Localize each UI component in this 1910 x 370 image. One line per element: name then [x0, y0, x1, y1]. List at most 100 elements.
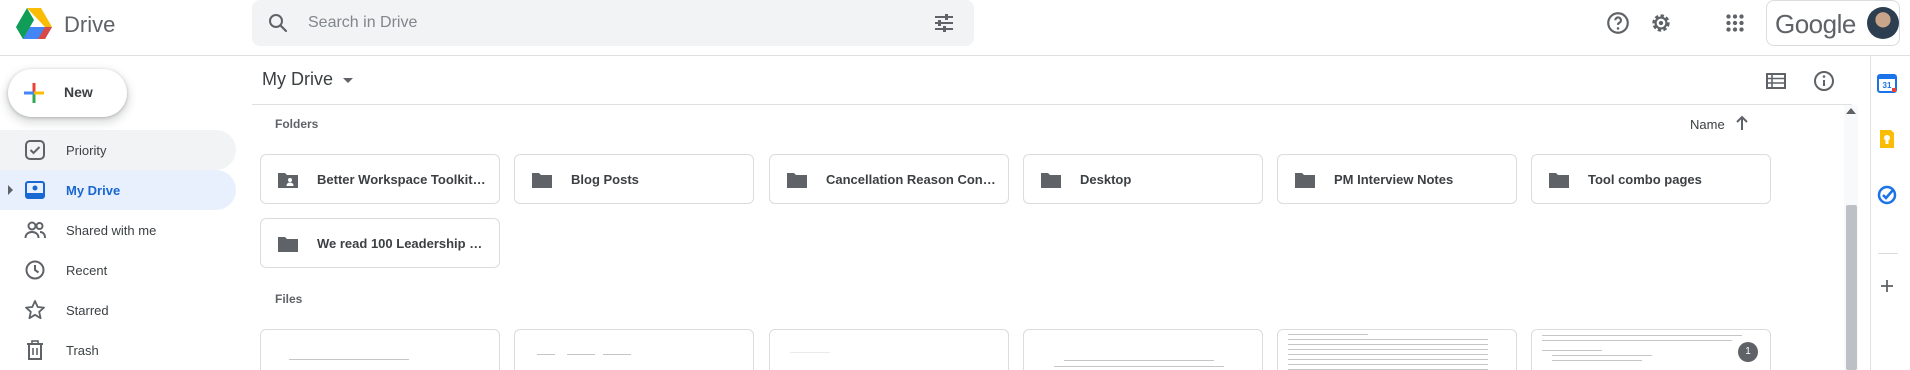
folder-name: PM Interview Notes	[1334, 172, 1454, 187]
files-section-title: Files	[275, 292, 303, 306]
folder-icon	[1549, 173, 1569, 188]
folder-card[interactable]: Cancellation Reason Content	[769, 154, 1009, 204]
my-drive-icon	[25, 181, 45, 199]
file-thumbnail[interactable]	[1023, 329, 1263, 370]
folder-name: Desktop	[1080, 172, 1132, 187]
folder-icon	[278, 237, 298, 252]
folder-icon	[532, 173, 552, 188]
sidebar-item-recent[interactable]: Recent	[0, 250, 236, 290]
new-button-label: New	[64, 84, 93, 100]
thumbnail-text-line	[1064, 360, 1214, 361]
top-header: Drive Google	[0, 0, 1910, 56]
settings-gear-icon[interactable]	[1648, 10, 1674, 36]
search-icon[interactable]	[266, 11, 290, 35]
folder-card[interactable]: Better Workspace Toolkit R...	[260, 154, 500, 204]
expand-arrow-icon[interactable]	[8, 185, 13, 195]
sidebar-item-priority[interactable]: Priority	[0, 130, 236, 170]
folders-section-title: Folders	[275, 117, 319, 131]
sidebar-item-my-drive[interactable]: My Drive	[0, 170, 236, 210]
thumbnail-text-line	[537, 354, 555, 355]
apps-grid-icon[interactable]	[1722, 10, 1748, 36]
sort-by-name[interactable]: Name	[1690, 117, 1725, 132]
tasks-icon[interactable]	[1876, 184, 1898, 206]
file-thumbnail[interactable]	[514, 329, 754, 370]
file-count-badge: 1	[1738, 342, 1758, 362]
scrollbar-thumb[interactable]	[1846, 205, 1857, 370]
thumbnail-text-line	[603, 354, 631, 355]
avatar[interactable]	[1867, 7, 1899, 39]
thumbnail-text-line	[1288, 354, 1488, 355]
thumbnail-text-line	[1288, 364, 1488, 365]
keep-icon[interactable]	[1876, 128, 1898, 150]
trash-icon	[27, 340, 43, 360]
thumbnail-text-line	[790, 352, 830, 353]
add-addon-plus-icon[interactable]	[1876, 275, 1898, 297]
search-bar[interactable]	[252, 0, 974, 46]
folder-card[interactable]: Blog Posts	[514, 154, 754, 204]
thumbnail-text-line	[1288, 359, 1488, 360]
thumbnail-text-line	[1288, 334, 1368, 335]
star-icon	[25, 300, 45, 320]
svg-text:31: 31	[1883, 81, 1892, 90]
plus-icon	[24, 83, 44, 103]
folder-name: Blog Posts	[571, 172, 639, 187]
content-toolbar: My Drive	[252, 57, 1852, 105]
sidebar-item-label: Recent	[66, 263, 108, 278]
thumbnail-text-line	[1288, 339, 1488, 340]
sidebar-item-label: Shared with me	[66, 223, 157, 238]
sidebar-item-label: Trash	[66, 343, 99, 358]
folder-card[interactable]: Desktop	[1023, 154, 1263, 204]
list-view-icon[interactable]	[1764, 69, 1788, 93]
side-panel	[1870, 56, 1910, 370]
google-wordmark: Google	[1775, 9, 1856, 39]
sidebar-item-label: Starred	[66, 303, 109, 318]
account-switcher[interactable]: Google	[1766, 0, 1900, 46]
file-thumbnail[interactable]	[1277, 329, 1517, 370]
scroll-up-arrow-icon[interactable]	[1846, 108, 1856, 114]
folder-icon	[1295, 173, 1315, 188]
thumbnail-text-line	[1542, 340, 1732, 341]
info-icon[interactable]	[1812, 69, 1836, 93]
calendar-icon[interactable]: 31	[1876, 72, 1898, 94]
app-name: Drive	[64, 12, 116, 37]
sidebar-item-shared-with-me[interactable]: Shared with me	[0, 210, 236, 250]
folder-card[interactable]: PM Interview Notes	[1277, 154, 1517, 204]
folder-icon	[1041, 173, 1061, 188]
clock-icon	[25, 260, 45, 280]
thumbnail-text-line	[1552, 355, 1652, 356]
search-input[interactable]	[308, 13, 868, 33]
thumbnail-text-line	[1552, 360, 1642, 361]
sidebar-item-label: Priority	[66, 143, 107, 158]
thumbnail-text-line	[1288, 344, 1488, 345]
thumbnail-text-line	[1288, 349, 1488, 350]
new-button[interactable]: New	[8, 69, 127, 117]
search-options-icon[interactable]	[932, 11, 956, 35]
thumbnail-text-line	[567, 354, 595, 355]
sidebar-item-trash[interactable]: Trash	[0, 330, 236, 370]
folder-name: Cancellation Reason Content	[826, 172, 998, 187]
file-thumbnail[interactable]	[769, 329, 1009, 370]
breadcrumb[interactable]: My Drive	[262, 69, 333, 90]
shared-icon	[24, 221, 46, 239]
thumbnail-text-line	[1542, 350, 1602, 351]
folder-name: Better Workspace Toolkit R...	[317, 172, 489, 187]
thumbnail-text-line	[289, 359, 409, 360]
thumbnail-text-line	[1542, 335, 1742, 336]
file-thumbnail[interactable]	[260, 329, 500, 370]
folder-name: We read 100 Leadership art...	[317, 236, 489, 251]
shared-folder-icon	[278, 173, 298, 188]
side-panel-divider	[1878, 253, 1898, 254]
file-thumbnail[interactable]	[1531, 329, 1771, 370]
sidebar-item-label: My Drive	[66, 183, 121, 198]
priority-icon	[25, 140, 45, 160]
folder-card[interactable]: We read 100 Leadership art...	[260, 218, 500, 268]
drive-logo-icon[interactable]	[14, 6, 54, 42]
folder-icon	[787, 173, 807, 188]
thumbnail-text-line	[1054, 366, 1224, 367]
sort-ascending-icon[interactable]	[1734, 114, 1750, 132]
folder-name: Tool combo pages	[1588, 172, 1702, 187]
chevron-down-icon[interactable]	[343, 78, 353, 83]
sidebar-item-starred[interactable]: Starred	[0, 290, 236, 330]
help-icon[interactable]	[1605, 10, 1631, 36]
folder-card[interactable]: Tool combo pages	[1531, 154, 1771, 204]
